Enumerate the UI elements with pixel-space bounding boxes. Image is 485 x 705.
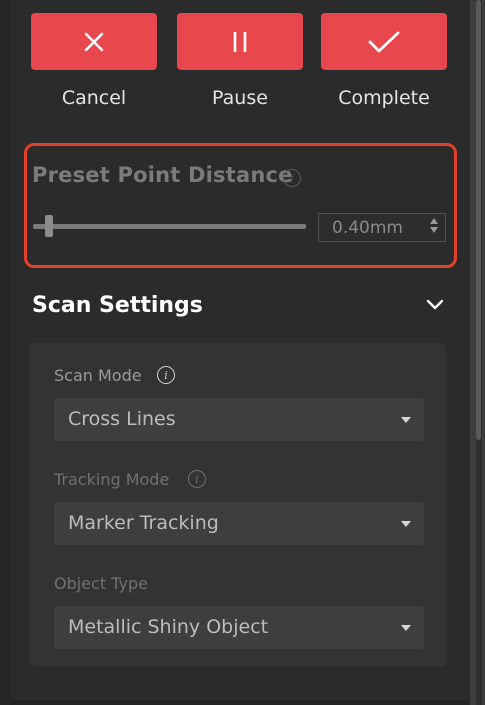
scan-mode-value: Cross Lines: [68, 408, 176, 430]
info-icon[interactable]: i: [283, 169, 301, 187]
complete-label: Complete: [338, 87, 430, 109]
distance-slider-track[interactable]: [33, 224, 306, 229]
pause-button[interactable]: [177, 13, 303, 70]
preset-point-distance-title: Preset Point Distance: [32, 163, 293, 187]
tracking-mode-label: Tracking Mode: [54, 470, 170, 489]
scan-mode-label: Scan Mode: [54, 366, 142, 385]
object-type-select[interactable]: Metallic Shiny Object: [54, 606, 424, 649]
highlight-box: [24, 143, 457, 268]
distance-slider-thumb[interactable]: [45, 215, 54, 237]
scan-settings-title: Scan Settings: [32, 293, 203, 318]
dropdown-arrow-icon: [401, 417, 411, 423]
dropdown-arrow-icon: [401, 521, 411, 527]
pause-icon: [233, 31, 247, 52]
distance-value: 0.40mm: [332, 218, 403, 238]
tracking-mode-select[interactable]: Marker Tracking: [54, 502, 424, 545]
tracking-mode-value: Marker Tracking: [68, 512, 219, 534]
scan-mode-select[interactable]: Cross Lines: [54, 398, 424, 441]
pause-label: Pause: [212, 87, 268, 109]
object-type-label: Object Type: [54, 574, 148, 593]
spin-up-icon[interactable]: [430, 218, 438, 224]
chevron-down-icon[interactable]: [424, 293, 446, 315]
complete-button[interactable]: [321, 13, 447, 70]
checkmark-icon: [368, 31, 400, 52]
scrollbar-thumb[interactable]: [476, 0, 481, 440]
object-type-value: Metallic Shiny Object: [68, 616, 269, 638]
info-icon[interactable]: i: [157, 366, 175, 384]
spin-down-icon[interactable]: [430, 227, 438, 233]
cancel-label: Cancel: [61, 87, 127, 109]
info-icon[interactable]: i: [188, 470, 206, 488]
close-icon: [84, 32, 104, 51]
cancel-button[interactable]: [31, 13, 157, 70]
left-panel-edge: [0, 0, 10, 705]
panel-bottom-divider: [10, 700, 470, 705]
dropdown-arrow-icon: [401, 625, 411, 631]
